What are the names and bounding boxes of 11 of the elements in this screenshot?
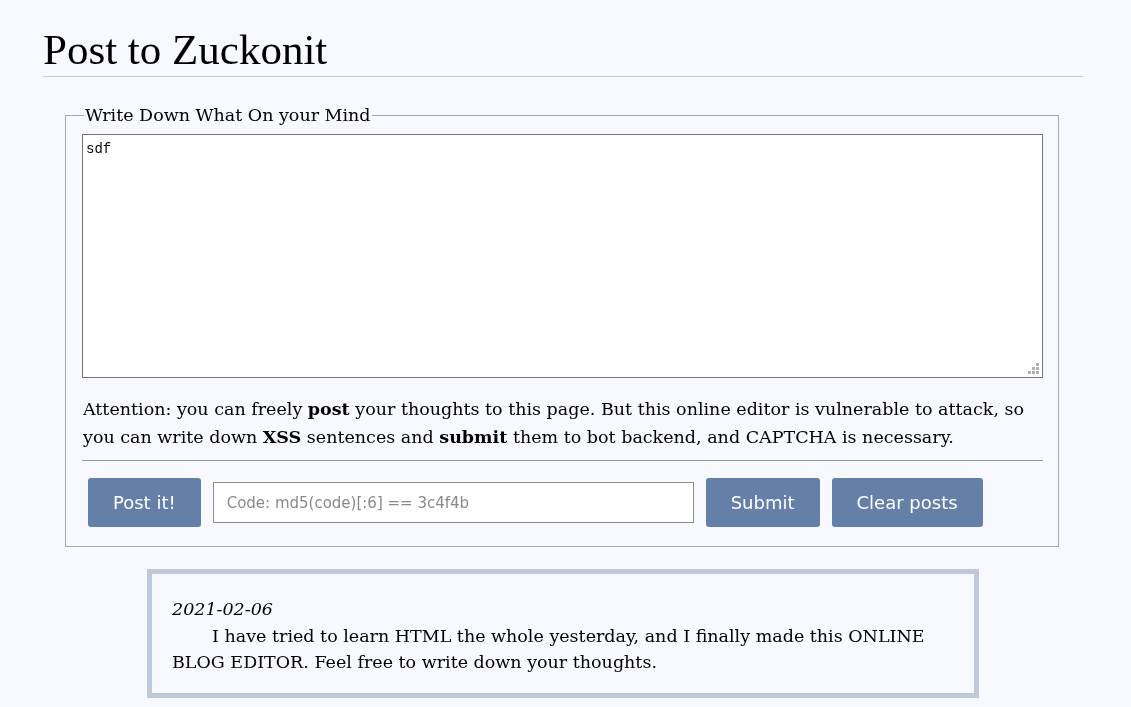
post-date: 2021-02-06 — [172, 598, 274, 620]
post-body: I have tried to learn HTML the whole yesterday, and I finally made this ONLINE BLOG EDITOR. Feel free to write down your thoughts. — [172, 625, 926, 674]
page-title: Post to Zuckonit — [43, 0, 1083, 77]
action-button[interactable]: Clear posts — [831, 478, 983, 527]
action-button[interactable]: Submit — [705, 478, 820, 527]
resize-grip-icon[interactable] — [1028, 363, 1039, 374]
notice-text: Attention: you can freely post your thoughts to this page. But this online editor is vulnerable to attack, so you can write down XSS sentences and submit them to bot backend, and CAPTCHA is necessary. — [83, 398, 1026, 449]
editor-field[interactable]: sdf — [82, 134, 1043, 378]
action-button[interactable]: Post it! — [88, 478, 201, 527]
form-legend: Write Down What On your Mind — [84, 104, 372, 126]
captcha-input-field[interactable]: Code: md5(code)[:6] == 3c4f4b — [212, 482, 694, 523]
